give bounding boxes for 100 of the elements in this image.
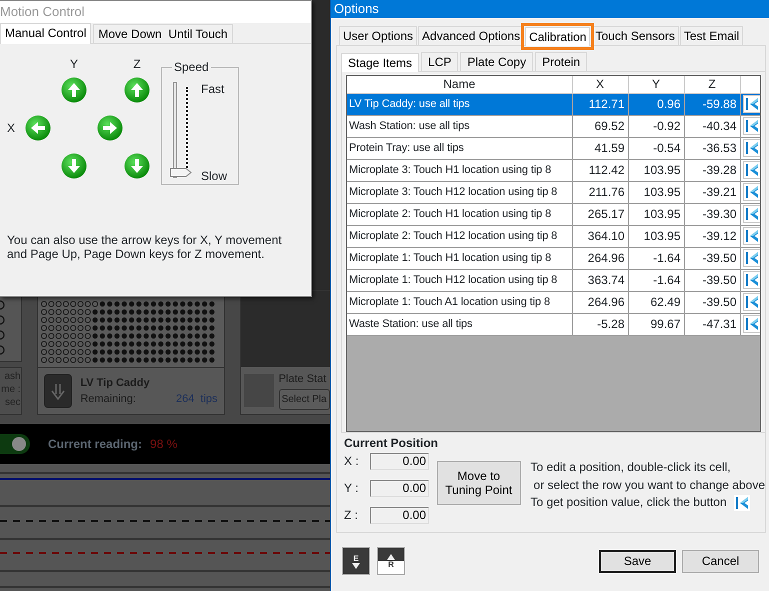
tab[interactable]: Plate Copy (460, 52, 534, 71)
slow-label: Slow (201, 168, 228, 185)
tip-caddy-button[interactable] (44, 374, 72, 408)
right-arrow-button[interactable] (97, 115, 123, 141)
get-position-button[interactable] (742, 227, 760, 245)
table-cell: Microplate 3: Touch H1 location using tip 8 (347, 159, 572, 181)
get-position-button[interactable] (742, 183, 760, 201)
table-cell: Microplate 1: Touch H12 location using tip 8 (347, 269, 572, 291)
field-label: Y : (344, 480, 360, 497)
tab[interactable]: Manual Control (0, 23, 92, 44)
table-row[interactable]: Microplate 2: Touch H12 location using tip 8 364.10 103.95 -39.12 (347, 225, 760, 247)
table-cell: -1.64 (628, 269, 684, 291)
down-triangle-icon (352, 562, 360, 568)
tool-button[interactable]: R (377, 547, 405, 575)
tab[interactable]: LCP (421, 52, 458, 71)
remaining-count: 264 tips (176, 392, 218, 407)
tab[interactable]: Protein (535, 52, 588, 71)
section-title: Current Position (344, 436, 440, 450)
table-cell: 0.96 (628, 93, 684, 115)
table-cell: -0.54 (628, 137, 684, 159)
table-cell: Microplate 2: Touch H1 location using tip 8 (347, 203, 572, 225)
get-position-button[interactable] (742, 271, 760, 289)
position-field[interactable]: 0.00 (370, 506, 429, 524)
table-cell: Microplate 1: Touch H1 location using tip 8 (347, 247, 572, 269)
tab[interactable]: User Options (339, 26, 418, 45)
remaining-label: Remaining: (80, 392, 136, 407)
get-position-button[interactable] (742, 161, 760, 179)
field-label: X : (344, 453, 360, 470)
table-cell: 103.95 (628, 225, 684, 247)
tab[interactable]: Stage Items (341, 53, 420, 72)
table-cell: LV Tip Caddy: use all tips (347, 93, 572, 115)
window-title: Options (334, 1, 379, 16)
down-arrow-button[interactable] (61, 153, 87, 179)
table-cell: -39.21 (684, 181, 740, 203)
get-position-button[interactable] (742, 293, 760, 311)
tool-button[interactable]: E (342, 547, 370, 575)
up-arrow-button[interactable] (124, 77, 150, 103)
table-cell: -39.50 (684, 247, 740, 269)
table-row[interactable]: Microplate 1: Touch H1 location using tip 8 264.96 -1.64 -39.50 (347, 247, 760, 269)
get-position-button[interactable] (742, 139, 760, 157)
table-cell: Microplate 2: Touch H12 location using tip 8 (347, 225, 572, 247)
tab[interactable]: Move Down Until Touch (93, 24, 233, 43)
table-cell: Wash Station: use all tips (347, 115, 572, 137)
table-row[interactable]: Wash Station: use all tips 69.52 -0.92 -40.34 (347, 115, 760, 137)
table-row[interactable]: Protein Tray: use all tips 41.59 -0.54 -36.53 (347, 137, 760, 159)
get-position-button[interactable] (742, 117, 760, 135)
window-title: Motion Control (0, 4, 85, 19)
get-position-button[interactable] (742, 95, 760, 113)
table-cell: -36.53 (684, 137, 740, 159)
column-header: Z (684, 76, 740, 93)
table-cell: Microplate 1: Touch A1 location using tip 8 (347, 291, 572, 313)
plate-station-label: Plate Stat (278, 372, 328, 387)
table-cell: -5.28 (572, 313, 628, 335)
get-position-button[interactable] (742, 205, 760, 223)
table-cell: 364.10 (572, 225, 628, 247)
toggle-switch[interactable] (0, 434, 30, 454)
dialog-button[interactable]: Save (599, 550, 676, 572)
chevron-left-icon (734, 494, 750, 511)
table-cell: 41.59 (572, 137, 628, 159)
table-cell: 112.71 (572, 93, 628, 115)
left-arrow-button[interactable] (25, 115, 51, 141)
position-field[interactable]: 0.00 (370, 452, 429, 470)
get-position-button[interactable] (742, 249, 760, 267)
table-cell: -39.28 (684, 159, 740, 181)
speed-slider[interactable] (170, 82, 192, 178)
table-row[interactable]: Microplate 1: Touch H12 location using tip 8 363.74 -1.64 -39.50 (347, 269, 760, 291)
get-position-button[interactable] (742, 315, 760, 333)
table-cell: -1.64 (628, 247, 684, 269)
reading-label: Current reading: (48, 436, 142, 453)
column-header: Y (628, 76, 684, 93)
down-arrow-button[interactable] (124, 153, 150, 179)
table-cell: -59.88 (684, 93, 740, 115)
speed-group-label: Speed (173, 61, 210, 73)
column-header: X (572, 76, 628, 93)
dialog-button[interactable]: Cancel (682, 550, 759, 572)
table-cell: 69.52 (572, 115, 628, 137)
table-cell: -39.50 (684, 269, 740, 291)
move-button[interactable]: Move to Tuning Point (437, 461, 521, 505)
help-text: To edit a position, double-click its cell, (530, 459, 732, 476)
table-row[interactable]: Waste Station: use all tips -5.28 99.67 -47.31 (347, 313, 760, 335)
up-triangle-icon (387, 554, 395, 560)
table-cell: 264.96 (572, 247, 628, 269)
table-row[interactable]: LV Tip Caddy: use all tips 112.71 0.96 -59.88 (347, 93, 760, 115)
field-label: Z : (344, 507, 359, 524)
table-cell: -47.31 (684, 313, 740, 335)
table-cell: -39.12 (684, 225, 740, 247)
reading-value: 98 % (150, 436, 178, 453)
tab[interactable]: Test Email (680, 26, 744, 45)
table-row[interactable]: Microplate 3: Touch H12 location using tip 8 211.76 103.95 -39.21 (347, 181, 760, 203)
table-row[interactable]: Microplate 1: Touch A1 location using tip 8 264.96 62.49 -39.50 (347, 291, 760, 313)
slider-thumb[interactable] (170, 168, 192, 177)
tab[interactable]: Touch Sensors (591, 26, 679, 45)
table-cell: Microplate 3: Touch H12 location using tip 8 (347, 181, 572, 203)
table-row[interactable]: Microplate 2: Touch H1 location using tip 8 265.17 103.95 -39.30 (347, 203, 760, 225)
table-cell: -0.92 (628, 115, 684, 137)
table-cell: 99.67 (628, 313, 684, 335)
table-row[interactable]: Microplate 3: Touch H1 location using tip 8 112.42 103.95 -39.28 (347, 159, 760, 181)
fast-label: Fast (201, 81, 226, 98)
up-arrow-button[interactable] (61, 77, 87, 103)
position-field[interactable]: 0.00 (370, 480, 429, 496)
